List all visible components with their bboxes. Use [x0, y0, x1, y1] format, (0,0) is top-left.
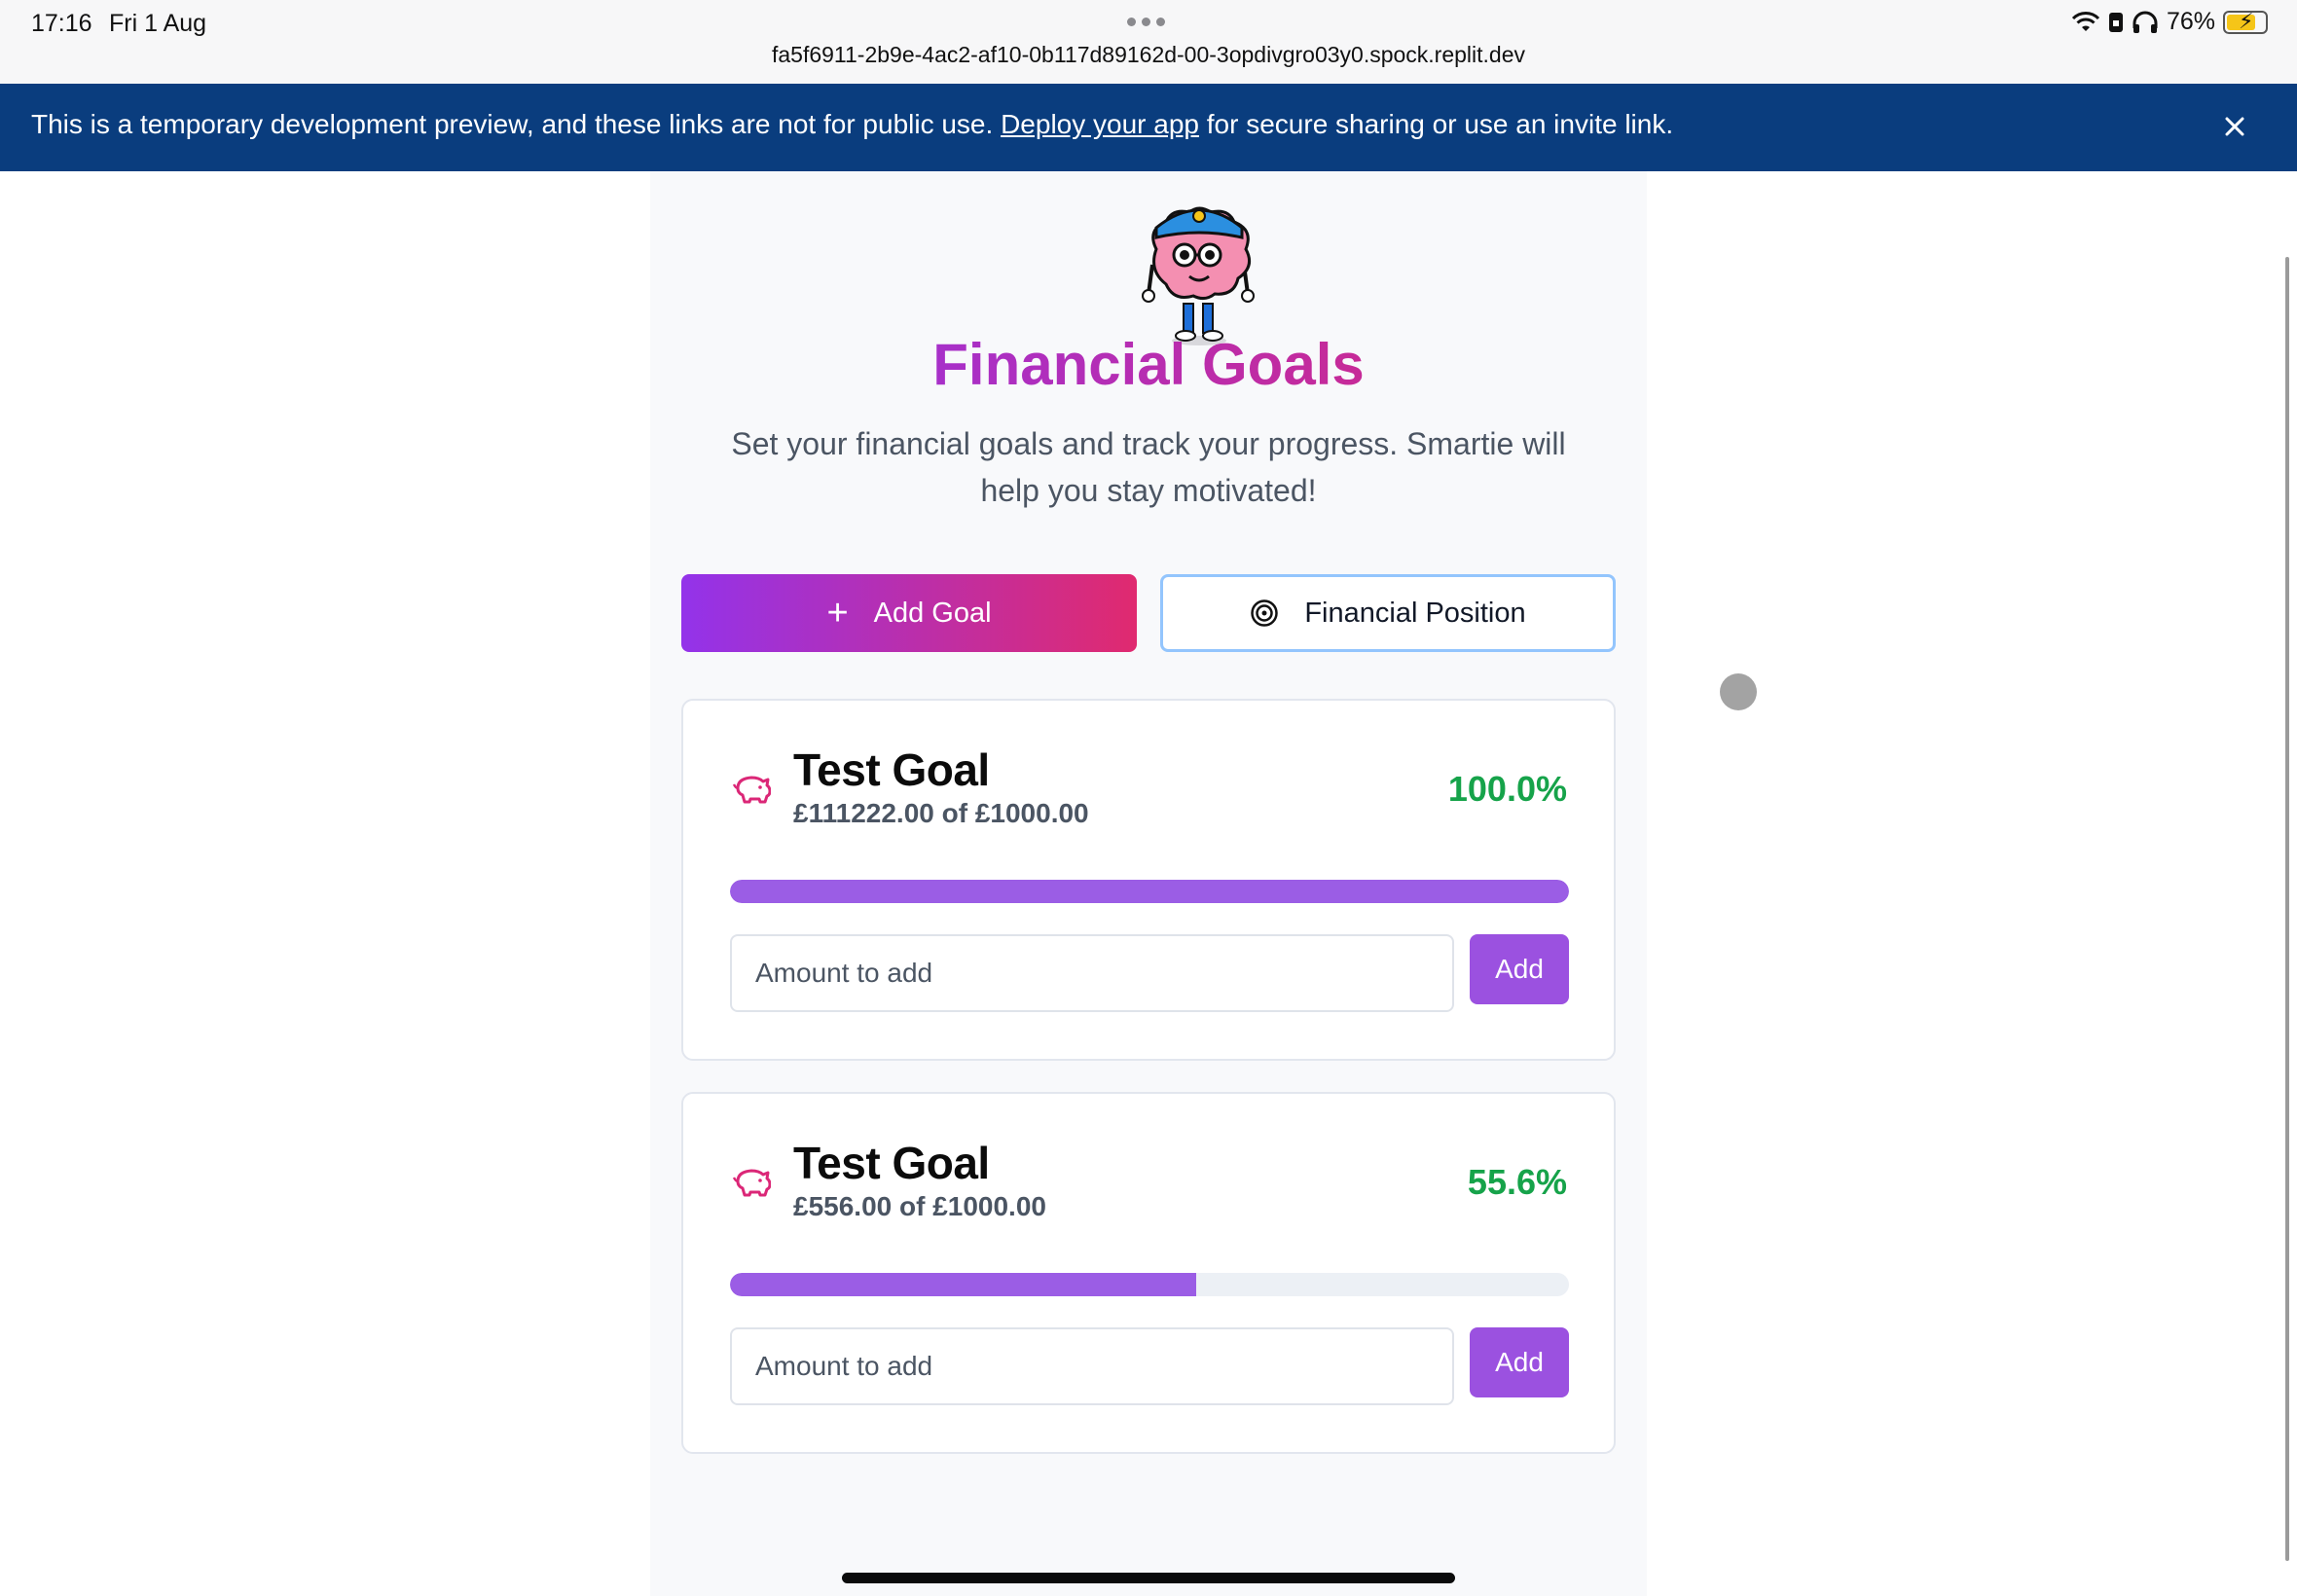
home-indicator[interactable] — [842, 1573, 1455, 1583]
goal-progress-bar — [730, 880, 1569, 903]
goal-name: Test Goal — [793, 1138, 990, 1188]
headphones-icon — [2133, 11, 2158, 33]
target-icon — [1251, 599, 1279, 627]
dev-preview-banner: This is a temporary development preview,… — [0, 84, 2297, 171]
goal-progress-track — [730, 1273, 1569, 1296]
financial-position-label: Financial Position — [1304, 597, 1526, 629]
amount-input[interactable] — [730, 934, 1454, 1012]
goal-progress-track — [730, 880, 1569, 903]
status-time: 17:16 — [31, 10, 92, 37]
goal-percent: 100.0% — [1447, 769, 1567, 809]
status-bar: 17:16 Fri 1 Aug fa5f6911-2b9e-4ac2-af10-… — [0, 0, 2297, 84]
goal-amount: £556.00 of £1000.00 — [793, 1191, 1046, 1221]
add-amount-button[interactable]: Add — [1470, 934, 1569, 1004]
smartie-mascot-image — [1142, 206, 1255, 345]
goal-card: Test Goal £556.00 of £1000.00 55.6% Add — [681, 1092, 1616, 1454]
multitask-dots-icon[interactable] — [1127, 18, 1165, 26]
amount-input[interactable] — [730, 1327, 1454, 1405]
page-subtitle: Set your financial goals and track your … — [731, 426, 1566, 508]
assistive-touch-button[interactable] — [1720, 673, 1757, 710]
address-url[interactable]: fa5f6911-2b9e-4ac2-af10-0b117d89162d-00-… — [0, 42, 2297, 68]
close-icon[interactable] — [2215, 107, 2254, 146]
goal-amount: £111222.00 of £1000.00 — [793, 798, 1089, 828]
add-goal-label: Add Goal — [873, 597, 992, 629]
piggy-bank-icon — [732, 776, 771, 804]
plus-icon: + — [826, 593, 849, 634]
deploy-app-link[interactable]: Deploy your app — [1001, 109, 1199, 139]
page-title: Financial Goals — [650, 331, 1647, 398]
add-goal-button[interactable]: + Add Goal — [681, 574, 1137, 652]
banner-message: This is a temporary development preview,… — [31, 109, 1674, 139]
battery-percent: 76% — [2166, 8, 2215, 35]
wifi-icon — [2071, 11, 2100, 31]
page-scrollbar[interactable] — [2285, 257, 2289, 1561]
financial-position-button[interactable]: Financial Position — [1160, 574, 1616, 652]
status-date: Fri 1 Aug — [109, 10, 207, 37]
add-amount-button[interactable]: Add — [1470, 1327, 1569, 1397]
battery-icon: ⚡ — [2223, 9, 2268, 34]
piggy-bank-icon — [732, 1169, 771, 1197]
goal-progress-bar — [730, 1273, 1197, 1296]
orientation-lock-icon — [2108, 12, 2123, 32]
status-indicators: 76% ⚡ — [2071, 8, 2268, 36]
goal-name: Test Goal — [793, 744, 990, 795]
goal-card: Test Goal £111222.00 of £1000.00 100.0% … — [681, 699, 1616, 1061]
goal-percent: 55.6% — [1467, 1162, 1567, 1202]
